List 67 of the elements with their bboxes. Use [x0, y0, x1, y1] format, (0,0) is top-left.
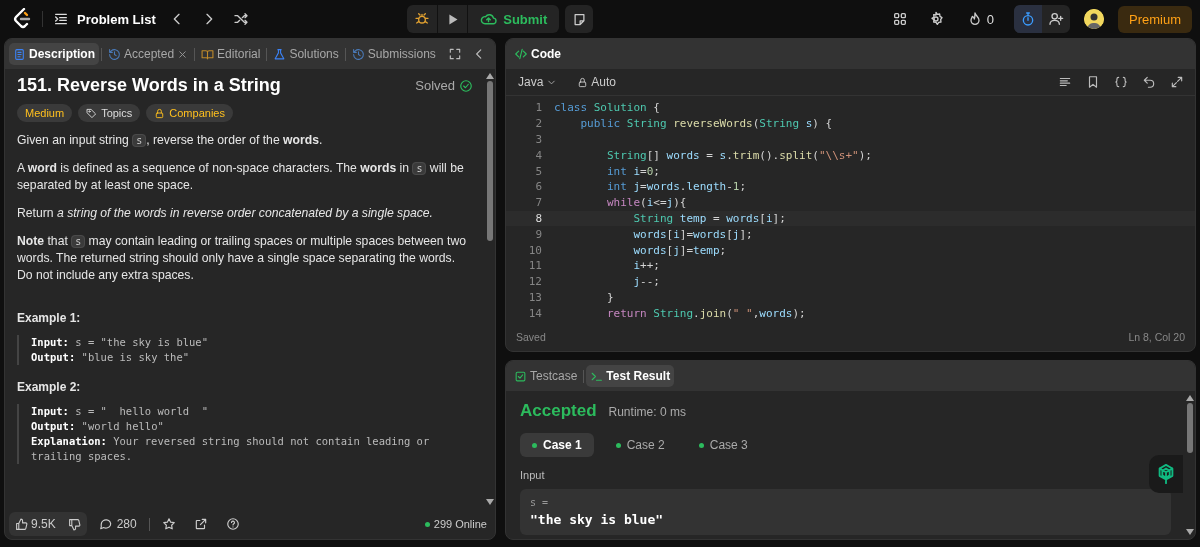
solved-status: Solved — [415, 77, 455, 94]
line-number: 5 — [534, 164, 543, 178]
example-line: Output: "blue is sky the" — [31, 350, 191, 365]
code-line[interactable]: int j=words.length-1; — [554, 180, 747, 194]
panel-tab[interactable]: Submissions — [347, 43, 440, 65]
code-line[interactable]: String[] words = s.trim().split("\\s+"); — [554, 148, 872, 162]
code-line[interactable]: String temp = words[i]; — [554, 211, 786, 225]
example-line: Input: s = " hello world " — [31, 404, 210, 419]
code-line[interactable]: words[i]=words[j]; — [554, 227, 753, 241]
code-line[interactable]: return String.join(" ",words); — [554, 306, 806, 320]
input-box: s = "the sky is blue" — [520, 489, 1171, 535]
problem-title: 151. Reverse Words in a String — [17, 77, 281, 94]
description-paragraph: A word is defined as a sequence of non-space characters. The words in s will be separated by at least one space. — [17, 160, 465, 194]
example-line: Explanation: Your reversed string should not contain leading or trailing spaces. — [31, 434, 431, 464]
description-paragraph: Given an input string s , reverse the order of the words. — [17, 132, 324, 149]
premium-button[interactable]: Premium — [1118, 5, 1192, 33]
code-line[interactable]: int i=0; — [554, 164, 660, 178]
line-number: 8 — [534, 211, 543, 225]
input-label: Input — [520, 469, 546, 481]
runtime: Runtime: 0 ms — [608, 405, 686, 419]
companies-tag[interactable]: Companies — [146, 104, 233, 122]
streak-button[interactable]: 0 — [960, 10, 1000, 28]
line-number: 4 — [534, 148, 543, 162]
line-number: 6 — [534, 180, 543, 194]
online-count: 299 Online — [433, 518, 487, 530]
line-number: 1 — [534, 101, 543, 115]
example-line: Input: s = "the sky is blue" — [31, 335, 210, 350]
example-heading: Example 1: — [17, 310, 82, 327]
panel-tab[interactable]: Test Result — [586, 365, 675, 387]
line-number: 13 — [527, 290, 543, 304]
code-panel-title: Code — [510, 43, 565, 65]
code-line[interactable]: public String reverseWords(String s) { — [554, 117, 833, 131]
code-line[interactable]: words[j]=temp; — [554, 243, 727, 257]
comments-button[interactable]: 280 — [92, 517, 143, 531]
example-line: Output: "world hello" — [31, 419, 165, 434]
line-number: 9 — [534, 227, 543, 241]
auto-mode[interactable]: Auto — [573, 71, 621, 93]
panel-tab[interactable]: Solutions — [269, 43, 343, 65]
line-number: 14 — [527, 306, 543, 320]
line-number: 7 — [534, 196, 543, 210]
code-line[interactable]: class Solution { — [554, 101, 660, 115]
verdict: Accepted — [520, 401, 597, 421]
case-tab[interactable]: Case 2 — [603, 433, 677, 457]
code-line[interactable]: while(i<=j){ — [554, 196, 687, 210]
code-line[interactable]: i++; — [554, 259, 660, 273]
line-number: 10 — [527, 243, 543, 257]
description-paragraph: Note that s may contain leading or trailing spaces or multiple spaces between two words. The returned string should only have a single space separating the words. Do not include any extra spaces. — [17, 233, 467, 284]
line-number: 12 — [527, 275, 543, 289]
panel-tab[interactable]: Editorial — [197, 43, 265, 65]
cursor-position: Ln 8, Col 20 — [1128, 331, 1185, 343]
panel-tab[interactable]: Description — [9, 43, 99, 65]
line-number: 3 — [534, 133, 543, 146]
problem-list-link[interactable]: Problem List — [53, 11, 156, 27]
line-number: 2 — [534, 117, 543, 131]
code-line[interactable]: } — [554, 290, 614, 304]
line-number: 11 — [527, 259, 543, 273]
case-tab[interactable]: Case 1 — [520, 433, 594, 457]
panel-tab[interactable]: Accepted — [104, 43, 193, 65]
difficulty-badge[interactable]: Medium — [17, 104, 73, 122]
case-tab[interactable]: Case 3 — [686, 433, 760, 457]
example-heading: Example 2: — [17, 379, 82, 396]
save-status: Saved — [516, 331, 546, 343]
topics-tag[interactable]: Topics — [78, 104, 141, 122]
language-select[interactable]: Java — [514, 71, 562, 93]
code-line[interactable]: j--; — [554, 275, 660, 289]
description-paragraph: Return a string of the words in reverse order concatenated by a single space. — [17, 205, 434, 222]
panel-tab[interactable]: Testcase — [510, 365, 582, 387]
